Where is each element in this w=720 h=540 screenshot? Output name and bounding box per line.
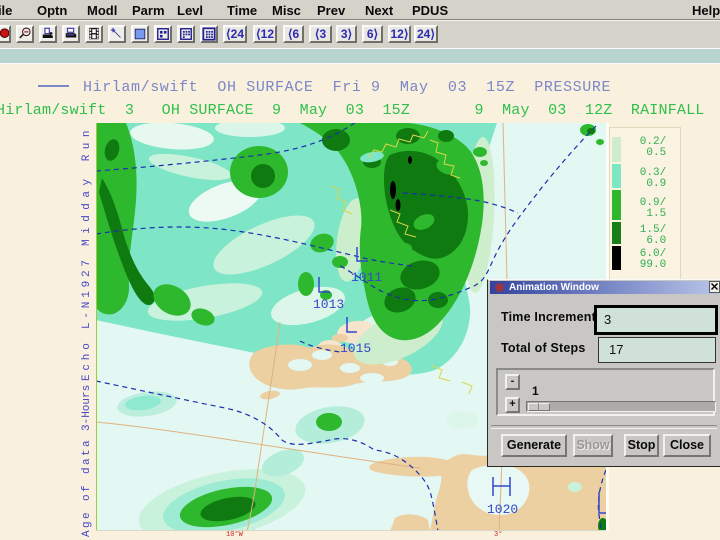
svg-text:1011: 1011 bbox=[351, 270, 382, 285]
svg-text:1015: 1015 bbox=[340, 341, 371, 356]
svg-text:1013: 1013 bbox=[313, 297, 344, 312]
svg-text:1020: 1020 bbox=[487, 502, 518, 517]
